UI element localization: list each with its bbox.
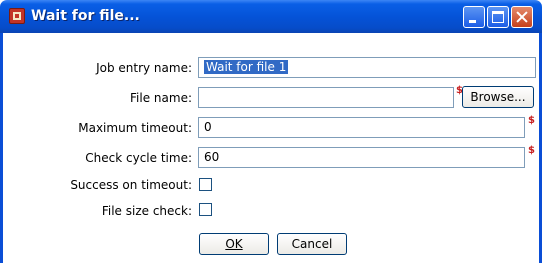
job-entry-name-label: Job entry name: bbox=[96, 61, 192, 75]
success-on-timeout-label: Success on timeout: bbox=[70, 178, 192, 192]
maximum-timeout-input[interactable]: 0 bbox=[198, 117, 525, 138]
minimize-button[interactable] bbox=[463, 6, 485, 28]
success-on-timeout-checkbox[interactable] bbox=[199, 178, 212, 191]
browse-button[interactable]: Browse... bbox=[462, 86, 534, 108]
file-name-label: File name: bbox=[130, 91, 192, 105]
window-frame-left bbox=[0, 33, 3, 263]
file-size-check-label: File size check: bbox=[101, 204, 192, 218]
job-entry-name-value: Wait for file 1 bbox=[204, 60, 289, 74]
wait-for-file-dialog: Wait for file... Job entry name: Wait fo… bbox=[0, 0, 542, 263]
check-cycle-time-input[interactable]: 60 bbox=[198, 147, 525, 168]
variable-icon: $ bbox=[528, 115, 535, 126]
job-entry-name-input[interactable]: Wait for file 1 bbox=[198, 57, 536, 78]
file-size-check-checkbox[interactable] bbox=[199, 203, 212, 216]
cancel-button-label: Cancel bbox=[291, 237, 333, 251]
ok-button-label: OK bbox=[225, 237, 243, 251]
ok-button[interactable]: OK bbox=[199, 233, 269, 255]
maximize-button[interactable] bbox=[487, 6, 509, 28]
file-name-input[interactable] bbox=[198, 87, 454, 108]
title-bar[interactable]: Wait for file... bbox=[0, 0, 542, 33]
variable-icon: $ bbox=[528, 145, 535, 156]
close-button[interactable] bbox=[511, 6, 533, 28]
window-title: Wait for file... bbox=[31, 8, 140, 24]
check-cycle-time-label: Check cycle time: bbox=[85, 151, 192, 165]
app-icon bbox=[9, 8, 25, 24]
cancel-button[interactable]: Cancel bbox=[277, 233, 347, 255]
maximum-timeout-label: Maximum timeout: bbox=[78, 121, 192, 135]
